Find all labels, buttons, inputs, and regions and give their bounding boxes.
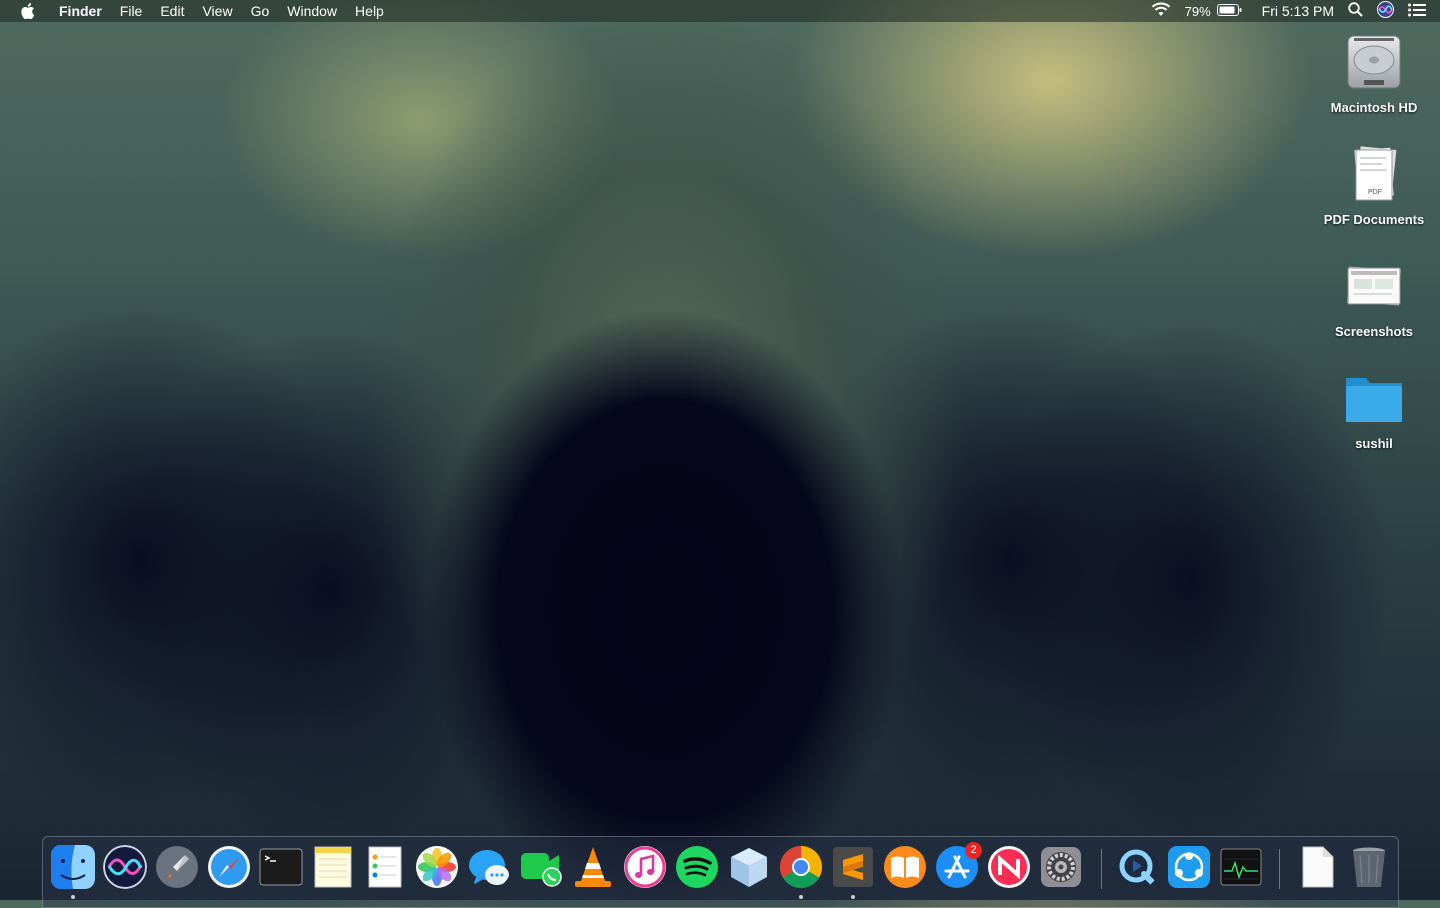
document-icon xyxy=(1295,845,1339,889)
dock-item-document[interactable] xyxy=(1295,845,1339,889)
activity-monitor-icon xyxy=(1219,845,1263,889)
spotify-icon xyxy=(675,845,719,889)
menu-bar: Finder File Edit View Go Window Help 79%… xyxy=(0,0,1440,22)
hard-drive-icon xyxy=(1342,30,1406,94)
desktop-item-label: Macintosh HD xyxy=(1330,100,1418,115)
svg-text:PDF: PDF xyxy=(1368,189,1382,196)
menu-view[interactable]: View xyxy=(193,0,241,22)
dock-item-shareit[interactable] xyxy=(1167,845,1211,889)
dock-item-messages[interactable] xyxy=(467,845,511,889)
running-indicator xyxy=(799,895,803,899)
desktop-item-sushil[interactable]: sushil xyxy=(1319,366,1429,451)
sublime-icon xyxy=(831,845,875,889)
menu-file[interactable]: File xyxy=(111,0,152,22)
itunes-icon xyxy=(623,845,667,889)
menu-help[interactable]: Help xyxy=(346,0,393,22)
dock-item-app-store[interactable]: 2 xyxy=(935,842,982,889)
notification-badge: 2 xyxy=(965,842,982,859)
dock-item-photos[interactable] xyxy=(415,845,459,889)
notes-icon xyxy=(311,845,355,889)
dock-item-terminal[interactable] xyxy=(259,845,303,889)
dock-item-cube[interactable] xyxy=(727,845,771,889)
desktop-item-label: sushil xyxy=(1355,436,1393,451)
dock-item-news[interactable] xyxy=(987,845,1031,889)
dock-item-spotify[interactable] xyxy=(675,845,719,889)
folder-icon xyxy=(1342,366,1406,430)
siri-icon xyxy=(103,845,147,889)
system-preferences-icon xyxy=(1039,845,1083,889)
dock-item-chrome[interactable] xyxy=(779,845,823,889)
shareit-icon xyxy=(1167,845,1211,889)
desktop-item-macintosh-hd[interactable]: Macintosh HD xyxy=(1319,30,1429,115)
dock-item-finder[interactable] xyxy=(51,845,95,889)
wifi-icon[interactable] xyxy=(1151,2,1171,20)
menu-clock[interactable]: Fri 5:13 PM xyxy=(1262,3,1334,19)
desktop-item-pdf-documents[interactable]: PDF PDF Documents xyxy=(1319,142,1429,227)
reminders-icon xyxy=(363,845,407,889)
dock-item-launchpad[interactable] xyxy=(155,845,199,889)
dock-item-quicktime[interactable] xyxy=(1115,845,1159,889)
dock-item-vlc[interactable] xyxy=(571,845,615,889)
finder-icon xyxy=(51,845,95,889)
menu-edit[interactable]: Edit xyxy=(151,0,193,22)
running-indicator xyxy=(851,895,855,899)
screenshots-stack-icon xyxy=(1342,254,1406,318)
menu-window[interactable]: Window xyxy=(278,0,346,22)
cube-icon xyxy=(727,845,771,889)
dock-item-itunes[interactable] xyxy=(623,845,667,889)
dock-item-reminders[interactable] xyxy=(363,845,407,889)
spotlight-icon[interactable] xyxy=(1348,2,1363,20)
dock-separator xyxy=(1279,849,1280,889)
battery-icon[interactable] xyxy=(1216,3,1242,19)
news-icon xyxy=(987,845,1031,889)
notification-center-icon[interactable] xyxy=(1408,3,1426,20)
dock-item-safari[interactable] xyxy=(207,845,251,889)
dock-item-activity-monitor[interactable] xyxy=(1219,845,1263,889)
dock-item-siri[interactable] xyxy=(103,845,147,889)
quicktime-icon xyxy=(1115,845,1159,889)
safari-icon xyxy=(207,845,251,889)
launchpad-icon xyxy=(155,845,199,889)
terminal-icon xyxy=(259,845,303,889)
dock-item-books[interactable] xyxy=(883,845,927,889)
pdf-stack-icon: PDF xyxy=(1342,142,1406,206)
dock-separator xyxy=(1101,849,1102,889)
desktop-item-label: Screenshots xyxy=(1334,324,1414,339)
siri-icon[interactable] xyxy=(1377,1,1394,21)
desktop-item-label: PDF Documents xyxy=(1323,212,1425,227)
desktop-item-screenshots[interactable]: Screenshots xyxy=(1319,254,1429,339)
facetime-icon xyxy=(519,845,563,889)
messages-icon xyxy=(467,845,511,889)
running-indicator xyxy=(71,895,75,899)
photos-icon xyxy=(415,845,459,889)
dock: 2 xyxy=(42,836,1399,908)
apple-icon[interactable] xyxy=(20,3,36,19)
books-icon xyxy=(883,845,927,889)
dock-item-trash[interactable] xyxy=(1347,845,1391,889)
trash-icon xyxy=(1347,845,1391,889)
menu-app-name[interactable]: Finder xyxy=(50,0,111,22)
vlc-icon xyxy=(571,845,615,889)
menu-go[interactable]: Go xyxy=(242,0,279,22)
battery-percent[interactable]: 79% xyxy=(1185,4,1211,19)
chrome-icon xyxy=(779,845,823,889)
dock-item-system-preferences[interactable] xyxy=(1039,845,1083,889)
dock-item-sublime-text[interactable] xyxy=(831,845,875,889)
dock-item-facetime[interactable] xyxy=(519,845,563,889)
dock-item-notes[interactable] xyxy=(311,845,355,889)
